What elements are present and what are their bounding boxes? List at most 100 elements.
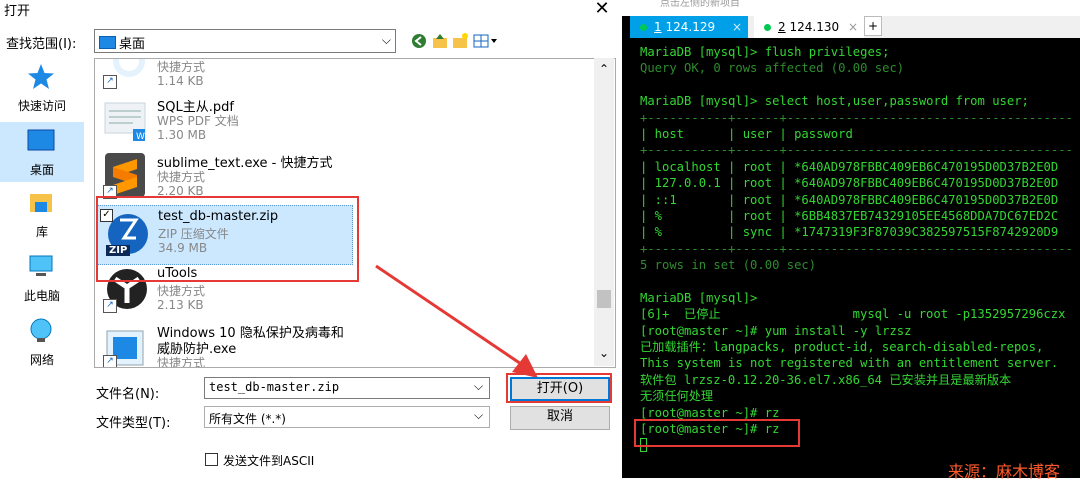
terminal-line: 5 rows in set (0.00 sec) <box>640 258 817 273</box>
highlight-box <box>96 196 359 282</box>
terminal-line: | ::1 | root | *640AD978FBBC409EB6C47019… <box>640 192 1059 207</box>
terminal-line: | host | user | password <box>640 126 853 141</box>
view-menu-icon[interactable] <box>472 32 498 50</box>
file-type: 快捷方式 <box>157 284 206 298</box>
scroll-thumb[interactable] <box>597 290 611 308</box>
file-type: 快捷方式 <box>157 356 206 368</box>
terminal-line: | % | sync | *1747319F3F87039C382597515F… <box>640 225 1059 240</box>
nav-label: 此电脑 <box>23 289 60 303</box>
scroll-down-icon[interactable]: ⌄ <box>594 346 614 360</box>
terminal-line: Query OK, 0 rows affected (0.00 sec) <box>640 61 905 76</box>
sublime-text-icon: ↗ <box>103 153 147 199</box>
close-icon[interactable]: × <box>732 16 742 38</box>
tab-host: 124.130 <box>789 20 840 34</box>
connected-dot-icon <box>764 24 771 31</box>
new-folder-icon[interactable] <box>451 32 469 50</box>
add-tab-button[interactable]: + <box>864 16 882 36</box>
highlight-box <box>634 419 800 447</box>
lookin-value: 桌面 <box>119 37 146 52</box>
close-icon[interactable]: × <box>848 16 858 38</box>
svg-text:W: W <box>136 132 145 142</box>
file-item[interactable]: ↗ 快捷方式 1.14 KB <box>97 59 585 97</box>
chevron-down-icon: ⌵ <box>381 33 391 47</box>
open-file-dialog: 打开 ✕ 查找范围(I): 桌面 ⌵ 快速访问 桌面 库 此电脑 网络 ↗ 快捷… <box>0 0 622 478</box>
star-icon <box>28 64 54 89</box>
terminal-line: This system is not registered with an en… <box>640 356 1059 371</box>
file-size: 2.13 KB <box>157 298 204 312</box>
shortcut-arrow-icon: ↗ <box>103 75 117 89</box>
terminal-tab-bar: 1 124.129 × 2 124.130 × + <box>630 16 1080 38</box>
up-folder-icon[interactable] <box>431 32 449 50</box>
lookin-label: 查找范围(I): <box>6 37 77 52</box>
places-bar: 快速访问 桌面 库 此电脑 网络 <box>0 58 84 398</box>
terminal-line: MariaDB [mysql]> <box>640 290 758 305</box>
terminal-line: 软件包 lrzsz-0.12.20-36.el7.x86_64 已安装并且是最新… <box>640 372 1012 387</box>
terminal-line: +-----------+------+--------------------… <box>640 110 1073 125</box>
chevron-down-icon[interactable]: ⌵ <box>474 408 483 423</box>
file-size: 1.14 KB <box>157 74 204 88</box>
nav-quick-access[interactable]: 快速访问 <box>0 58 84 118</box>
nav-label: 网络 <box>29 353 54 367</box>
chevron-down-icon[interactable]: ⌵ <box>474 379 483 394</box>
file-type: 快捷方式 <box>157 170 206 184</box>
cancel-button[interactable]: 取消 <box>510 406 610 430</box>
terminal-top-text: 点击左侧的新项目 <box>660 0 740 9</box>
windows-defender-icon: ↗ <box>103 323 147 367</box>
highlight-box <box>506 373 612 403</box>
nav-label: 库 <box>35 225 48 239</box>
close-icon[interactable]: ✕ <box>592 0 612 19</box>
scroll-up-icon[interactable]: ⌃ <box>594 62 614 76</box>
shortcut-arrow-icon: ↗ <box>103 355 117 367</box>
pdf-file-icon: W <box>103 97 147 143</box>
nav-label: 快速访问 <box>17 99 66 113</box>
terminal-line: | % | root | *6BB4837EB74329105EE4568DDA… <box>640 208 1059 223</box>
back-icon[interactable] <box>410 32 428 50</box>
tab-host: 124.129 <box>665 20 716 34</box>
network-icon <box>30 318 52 342</box>
terminal-line: MariaDB [mysql]> select host,user,passwo… <box>640 94 1029 109</box>
filename-input[interactable]: test_db-master.zip <box>204 377 490 399</box>
source-watermark: 来源：麻木博客 <box>948 462 1061 481</box>
terminal-tab-active[interactable]: 1 124.129 × <box>630 16 748 38</box>
terminal-line: 无须任何处理 <box>640 389 714 404</box>
terminal-line: +-----------+------+--------------------… <box>640 241 1073 256</box>
shortcut-arrow-icon: ↗ <box>103 299 117 313</box>
connected-dot-icon <box>640 24 647 31</box>
file-type: 快捷方式 <box>157 60 206 74</box>
shortcut-file-icon: ↗ <box>103 59 147 89</box>
filename-label: 文件名(N): <box>96 387 160 402</box>
file-type: WPS PDF 文档 <box>157 114 239 128</box>
terminal-line: [root@master ~]# yum install -y lrzsz <box>640 323 912 338</box>
nav-network[interactable]: 网络 <box>0 312 84 372</box>
terminal-line: 已加载插件：langpacks, product-id, search-disa… <box>640 340 1044 355</box>
dialog-title: 打开 <box>4 4 31 19</box>
tab-number: 1 <box>654 20 662 34</box>
nav-this-pc[interactable]: 此电脑 <box>0 248 84 308</box>
library-icon <box>30 194 52 212</box>
terminal-line: | localhost | root | *640AD978FBBC409EB6… <box>640 159 1059 174</box>
desktop-icon <box>99 36 116 49</box>
lookin-dropdown[interactable]: 桌面 ⌵ <box>94 29 396 53</box>
nav-label: 桌面 <box>29 163 54 177</box>
red-arrow-annotation <box>375 264 538 378</box>
nav-desktop[interactable]: 桌面 <box>0 122 84 182</box>
terminal-output: MariaDB [mysql]> flush privileges; Query… <box>640 44 1080 437</box>
file-size: 1.30 MB <box>157 128 207 142</box>
terminal-line: MariaDB [mysql]> flush privileges; <box>640 45 890 59</box>
ascii-label: 发送文件到ASCII <box>223 454 315 468</box>
vertical-scrollbar[interactable] <box>594 58 614 366</box>
desktop-icon <box>27 129 55 151</box>
tab-number: 2 <box>778 20 786 34</box>
terminal-tab[interactable]: 2 124.130 × <box>754 16 864 38</box>
ascii-checkbox[interactable] <box>205 453 218 466</box>
filetype-select[interactable]: 所有文件 (*.*) <box>204 406 490 428</box>
terminal-line: | 127.0.0.1 | root | *640AD978FBBC409EB6… <box>640 176 1059 191</box>
terminal-line: +-----------+------+--------------------… <box>640 143 1073 158</box>
computer-icon <box>29 255 53 276</box>
nav-libraries[interactable]: 库 <box>0 184 84 244</box>
filetype-label: 文件类型(T): <box>96 416 171 431</box>
file-item[interactable]: W SQL主从.pdf WPS PDF 文档 1.30 MB <box>97 93 585 151</box>
terminal-line: [6]+ 已停止 mysql -u root -p1352957296czx <box>640 307 1066 322</box>
